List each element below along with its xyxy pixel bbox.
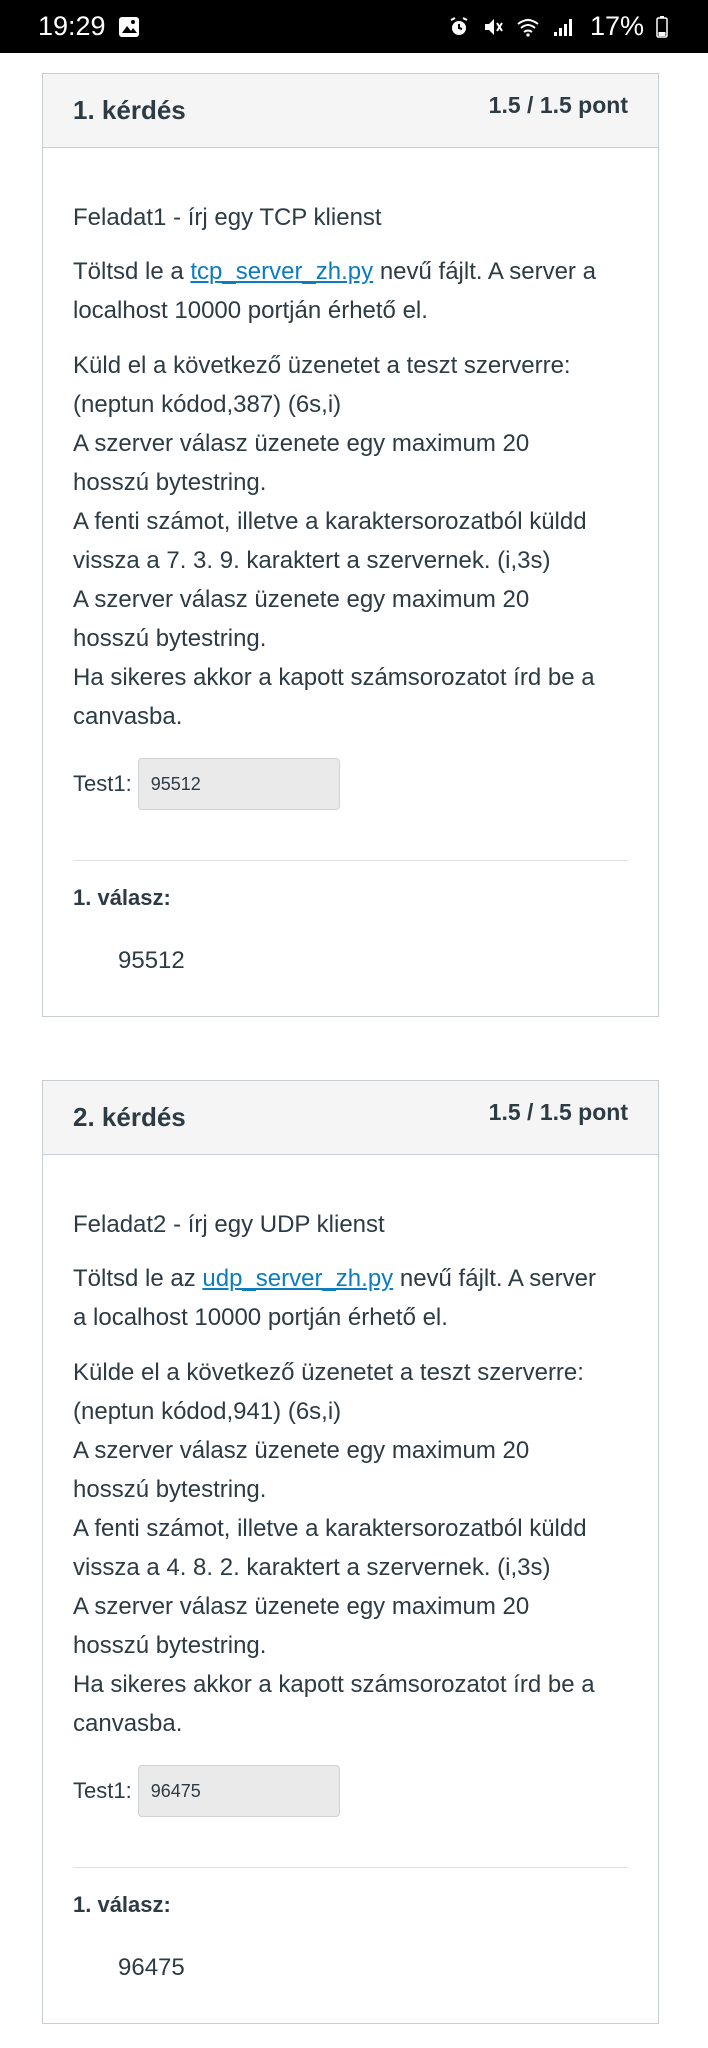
instruction-line: hosszú bytestring.	[73, 469, 267, 496]
test-label: Test1:	[73, 1778, 132, 1803]
test-input[interactable]	[137, 758, 340, 810]
mute-icon	[482, 16, 504, 38]
status-time: 19:29	[38, 11, 106, 41]
question-body: Feladat1 - írj egy TCP klienst Töltsd le…	[43, 200, 658, 975]
download-line-2: a localhost 10000 portján érhető el.	[73, 1304, 448, 1331]
question-score: 1.5 / 1.5 pont	[488, 1099, 628, 1125]
question-title: 1. kérdés	[73, 95, 186, 125]
question-score: 1.5 / 1.5 pont	[488, 92, 628, 118]
divider	[73, 860, 628, 861]
answer-label: 1. válasz:	[73, 1892, 171, 1917]
instruction-line: A szerver válasz üzenete egy maximum 20	[73, 430, 530, 457]
battery-percent: 17%	[589, 11, 644, 41]
instructions-paragraph: Küld el a következő üzenetet a teszt sze…	[73, 346, 628, 736]
question-header: 2. kérdés 1.5 / 1.5 pont	[43, 1081, 658, 1155]
instruction-line: A fenti számot, illetve a karaktersoroza…	[73, 508, 587, 535]
instruction-line: canvasba.	[73, 703, 183, 730]
instruction-line: Ha sikeres akkor a kapott számsorozatot …	[73, 1671, 595, 1698]
instruction-line: A fenti számot, illetve a karaktersoroza…	[73, 1515, 587, 1542]
divider	[73, 1867, 628, 1868]
instruction-line: Ha sikeres akkor a kapott számsorozatot …	[73, 664, 595, 691]
question-card-1: 1. kérdés 1.5 / 1.5 pont Feladat1 - írj …	[42, 73, 659, 1017]
signal-icon	[552, 17, 574, 37]
test-label: Test1:	[73, 771, 132, 796]
download-prefix: Töltsd le a	[73, 258, 191, 285]
instruction-line: A szerver válasz üzenete egy maximum 20	[73, 586, 530, 613]
task-title: Feladat2 - írj egy UDP klienst	[73, 1211, 385, 1238]
download-suffix: nevű fájlt. A server a	[373, 258, 596, 285]
gallery-notification-icon	[118, 16, 140, 38]
answer-value: 96475	[118, 1954, 185, 1981]
status-right: 17%	[448, 11, 668, 42]
download-line-1: Töltsd le a tcp_server_zh.py nevű fájlt.…	[73, 252, 628, 291]
task-title: Feladat1 - írj egy TCP klienst	[73, 204, 382, 231]
answer-value: 95512	[118, 947, 185, 974]
instruction-line: (neptun kódod,387) (6s,i)	[73, 391, 342, 418]
test-input[interactable]	[137, 1765, 340, 1817]
download-link[interactable]: udp_server_zh.py	[202, 1265, 393, 1292]
instruction-line: vissza a 7. 3. 9. karaktert a szervernek…	[73, 547, 551, 574]
download-prefix: Töltsd le az	[73, 1265, 203, 1292]
answer-label: 1. válasz:	[73, 885, 171, 910]
instruction-line: Küld el a következő üzenetet a teszt sze…	[73, 352, 571, 379]
question-card-2: 2. kérdés 1.5 / 1.5 pont Feladat2 - írj …	[42, 1080, 659, 2024]
status-left: 19:29	[38, 11, 140, 42]
question-title: 2. kérdés	[73, 1102, 186, 1132]
status-bar: 19:29 17%	[0, 0, 708, 53]
instruction-line: A szerver válasz üzenete egy maximum 20	[73, 1437, 530, 1464]
instruction-line: vissza a 4. 8. 2. karaktert a szervernek…	[73, 1554, 551, 1581]
wifi-icon	[516, 17, 540, 37]
instruction-line: Külde el a következő üzenetet a teszt sz…	[73, 1359, 584, 1386]
alarm-icon	[448, 16, 470, 38]
instruction-line: hosszú bytestring.	[73, 625, 267, 652]
download-suffix: nevű fájlt. A server	[393, 1265, 596, 1292]
instruction-line: canvasba.	[73, 1710, 183, 1737]
download-paragraph: Töltsd le a tcp_server_zh.py nevű fájlt.…	[73, 252, 628, 330]
question-header: 1. kérdés 1.5 / 1.5 pont	[43, 74, 658, 148]
instruction-line: (neptun kódod,941) (6s,i)	[73, 1398, 342, 1425]
test-row: Test1:	[73, 1765, 628, 1817]
question-body: Feladat2 - írj egy UDP klienst Töltsd le…	[43, 1207, 658, 1982]
download-paragraph: Töltsd le az udp_server_zh.py nevű fájlt…	[73, 1259, 628, 1337]
instructions-paragraph: Külde el a következő üzenetet a teszt sz…	[73, 1353, 628, 1743]
download-line-1: Töltsd le az udp_server_zh.py nevű fájlt…	[73, 1259, 628, 1298]
test-row: Test1:	[73, 758, 628, 810]
battery-icon	[656, 15, 668, 38]
download-link[interactable]: tcp_server_zh.py	[190, 258, 373, 285]
instruction-line: hosszú bytestring.	[73, 1632, 267, 1659]
download-line-2: localhost 10000 portján érhető el.	[73, 297, 428, 324]
instruction-line: A szerver válasz üzenete egy maximum 20	[73, 1593, 530, 1620]
instruction-line: hosszú bytestring.	[73, 1476, 267, 1503]
